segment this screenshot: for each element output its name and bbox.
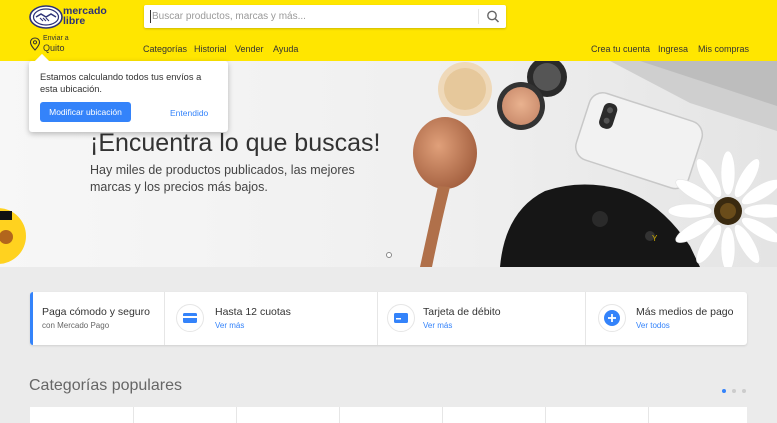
payment-intro[interactable]: Paga cómodo y seguro con Mercado Pago [30,292,164,345]
card-divider [545,407,546,423]
payment-methods-bar: Paga cómodo y seguro con Mercado Pago Ha… [30,292,747,345]
logo-text-line2: libre [63,15,86,27]
payment-item-debit[interactable]: Tarjeta de débito Ver más [378,292,585,345]
nav-ayuda[interactable]: Ayuda [273,44,298,54]
understood-link[interactable]: Entendido [170,108,208,118]
card-divider [236,407,237,423]
login-link[interactable]: Ingresa [658,44,688,54]
handshake-logo-icon [29,5,63,29]
card-divider [648,407,649,423]
nav-historial[interactable]: Historial [194,44,227,54]
carousel-dot-active[interactable] [722,389,726,393]
payment-item-link[interactable]: Ver más [423,321,452,330]
plus-icon [598,304,626,332]
carousel-dot[interactable] [742,389,746,393]
modify-location-button[interactable]: Modificar ubicación [40,102,131,122]
text-cursor [150,10,151,23]
hero-title: ¡Encuentra lo que buscas! [90,129,381,157]
location-pin-icon [29,37,41,51]
payment-item-title: Tarjeta de débito [423,306,501,318]
search-button[interactable] [480,5,506,28]
search-icon [487,10,500,23]
carousel-dot[interactable] [732,389,736,393]
location-label: Enviar a [43,35,69,42]
categories-title: Categorías populares [29,377,182,394]
search-input[interactable]: Buscar productos, marcas y más... [144,5,506,28]
search-placeholder: Buscar productos, marcas y más... [152,11,306,22]
create-account-link[interactable]: Crea tu cuenta [591,44,650,54]
payment-item-title: Hasta 12 cuotas [215,306,291,318]
hero-subtitle: Hay miles de productos publicados, las m… [90,163,355,194]
mercadolibre-logo[interactable]: mercado libre [29,5,113,29]
category-cards-row [30,407,747,423]
carousel-dot[interactable] [386,252,392,258]
my-purchases-link[interactable]: Mis compras [698,44,749,54]
search-divider [478,9,479,24]
nav-vender[interactable]: Vender [235,44,264,54]
payment-item-link[interactable]: Ver más [215,321,244,330]
card-divider [442,407,443,423]
payment-intro-subtitle: con Mercado Pago [42,321,110,330]
payment-item-title: Más medios de pago [636,306,734,318]
svg-text:Y: Y [652,234,658,243]
payment-item-more[interactable]: Más medios de pago Ver todos [586,292,747,345]
popup-message: Estamos calculando todos tus envíos a es… [40,72,202,94]
nav-categorias[interactable]: Categorías [143,44,187,54]
location-selector[interactable]: Enviar a Quito [29,35,89,55]
debit-card-icon [387,304,415,332]
card-icon [176,304,204,332]
payment-item-installments[interactable]: Hasta 12 cuotas Ver más [165,292,377,345]
header: mercado libre Buscar productos, marcas y… [0,0,777,61]
card-divider [133,407,134,423]
payment-intro-title: Paga cómodo y seguro [42,306,150,318]
card-divider [339,407,340,423]
location-value: Quito [43,43,65,53]
payment-item-link[interactable]: Ver todos [636,321,670,330]
location-popup: Estamos calculando todos tus envíos a es… [29,53,228,132]
